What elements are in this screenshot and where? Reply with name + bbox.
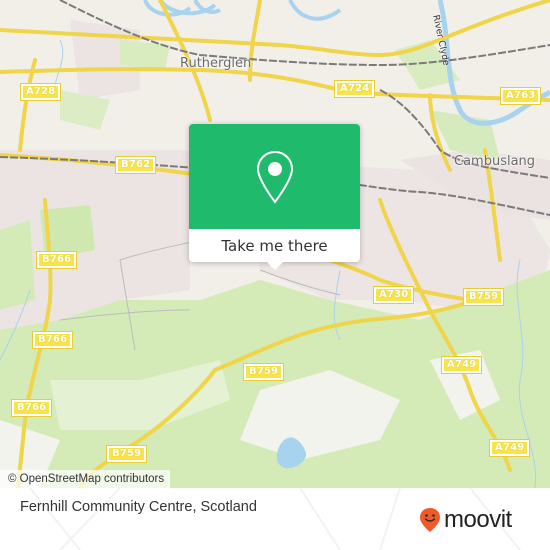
moovit-logo-text: moovit xyxy=(444,506,512,533)
road-shield-b762: B762 xyxy=(114,156,157,174)
road-shield-a749: A749 xyxy=(440,356,483,374)
road-shield-b766: B766 xyxy=(10,399,53,417)
moovit-logo[interactable]: moovit xyxy=(419,507,512,533)
road-shield-b766: B766 xyxy=(31,331,74,349)
map-pin-icon xyxy=(256,150,293,204)
road-shield-b759: B759 xyxy=(242,363,285,381)
road-shield-a763: A763 xyxy=(499,87,542,105)
road-shield-a730: A730 xyxy=(372,286,415,304)
popup-header[interactable] xyxy=(189,124,360,229)
road-shield-a724: A724 xyxy=(333,80,376,98)
osm-attribution[interactable]: © OpenStreetMap contributors xyxy=(0,470,171,488)
take-me-there-button[interactable]: Take me there xyxy=(189,229,360,262)
place-label-rutherglen: Rutherglen xyxy=(180,56,252,71)
moovit-face-icon xyxy=(420,508,440,532)
place-label-cambuslang: Cambuslang xyxy=(454,154,536,169)
location-popup[interactable]: Take me there xyxy=(189,124,360,270)
road-shield-a728: A728 xyxy=(19,83,62,101)
location-title: Fernhill Community Centre, Scotland xyxy=(20,499,257,515)
road-shield-a749: A749 xyxy=(488,439,531,457)
road-shield-b766: B766 xyxy=(35,251,78,269)
popup-tail xyxy=(267,262,283,270)
road-shield-b759: B759 xyxy=(105,445,148,463)
road-shield-b759: B759 xyxy=(462,288,505,306)
map-view[interactable]: Rutherglen Cambuslang River Clyde A728 A… xyxy=(0,0,550,488)
